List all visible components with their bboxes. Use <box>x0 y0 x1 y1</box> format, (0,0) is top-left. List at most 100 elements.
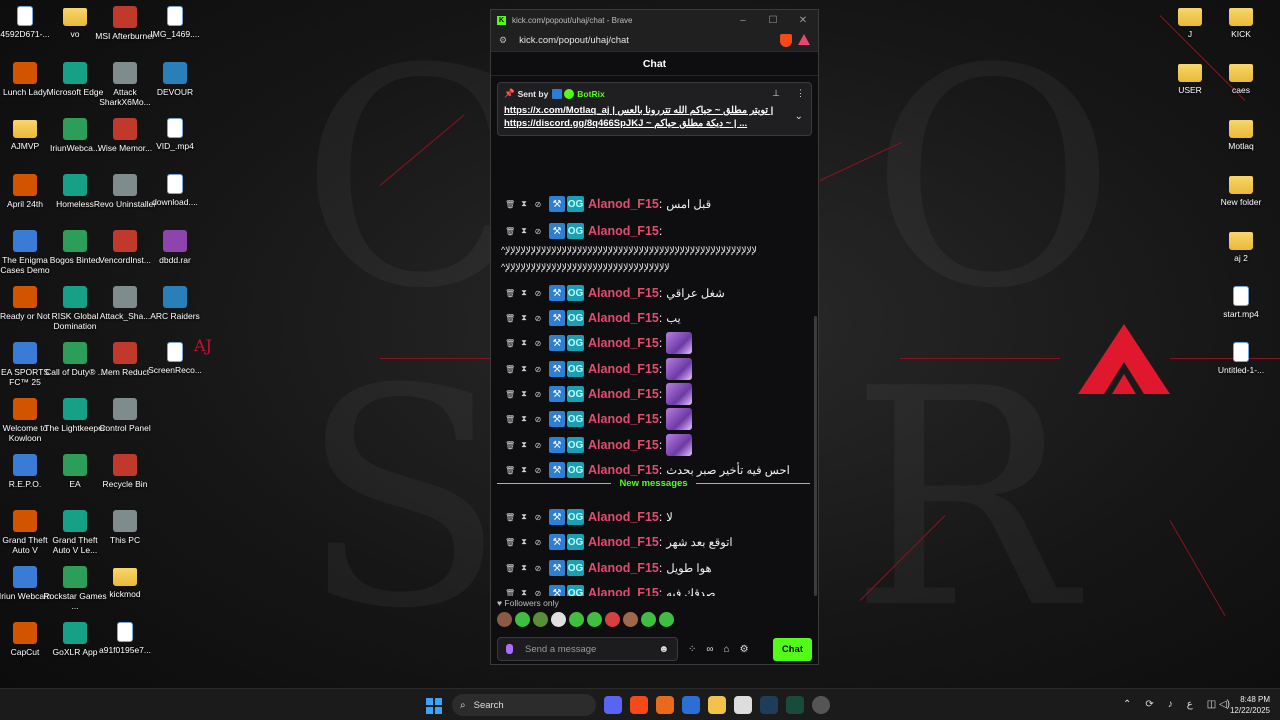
quick-emote-icon[interactable] <box>641 612 656 627</box>
chat-message[interactable]: 🗑 ⧗ ⊘ ⚒ OG Alanod_F15: <box>505 221 666 241</box>
store-icon[interactable]: ⌂ <box>724 644 730 655</box>
pinned-text[interactable]: https://x.com/Motlaq_aj | تويتر مطلق ~ ح… <box>504 104 805 130</box>
clock[interactable]: 8:48 PM 12/22/2025 <box>1230 694 1270 716</box>
chat-message[interactable]: 🗑 ⧗ ⊘ ⚒ OG Alanod_F15: اتوقع بعد شهر <box>505 532 733 552</box>
maximize-button[interactable]: ☐ <box>758 15 788 26</box>
desktop-icon[interactable]: The Enigma Cases Demo <box>0 224 52 275</box>
username[interactable]: Alanod_F15 <box>588 336 659 350</box>
mic-tray-icon[interactable]: ♪ <box>1168 699 1173 710</box>
desktop-icon[interactable]: Attack SharkX6Mo... <box>98 56 152 107</box>
app-a-icon[interactable] <box>656 696 674 714</box>
desktop-icon[interactable]: EA SPORTS FC™ 25 <box>0 336 52 387</box>
desktop-icon[interactable]: Welcome to Kowloon <box>0 392 52 443</box>
delete-icon[interactable]: 🗑 <box>505 200 515 209</box>
quick-emote-icon[interactable] <box>605 612 620 627</box>
quick-emote-icon[interactable] <box>515 612 530 627</box>
title-bar[interactable]: K kick.com/popout/uhaj/chat - Brave – ☐ … <box>491 10 818 30</box>
timeout-icon[interactable]: ⧗ <box>519 440 529 450</box>
delete-icon[interactable]: 🗑 <box>505 589 515 597</box>
desktop-icon[interactable]: Grand Theft Auto V Le... <box>48 504 102 555</box>
emote-image[interactable] <box>666 408 693 430</box>
chevron-up-icon[interactable]: ⌃ <box>1123 699 1131 710</box>
emote-image[interactable] <box>666 332 693 354</box>
desktop-icon[interactable]: New folder <box>1214 168 1268 207</box>
timeout-icon[interactable]: ⧗ <box>519 588 529 596</box>
minimize-button[interactable]: – <box>728 15 758 26</box>
steam-icon[interactable] <box>760 696 778 714</box>
wifi-volume-icon[interactable]: ◫ ◁) <box>1207 699 1230 710</box>
desktop-icon[interactable]: a91f0195e7... <box>98 616 152 655</box>
chat-message[interactable]: 🗑 ⧗ ⊘ ⚒ OG Alanod_F15: شغل عراقي <box>505 283 725 303</box>
quick-emote-icon[interactable] <box>551 612 566 627</box>
pinned-text-line-2[interactable]: https://discord.gg/8q466SpJKJ ~ ديكة مطل… <box>504 117 783 130</box>
timeout-icon[interactable]: ⧗ <box>519 226 529 236</box>
desktop-icon[interactable]: IMG_1469.... <box>148 0 202 39</box>
delete-icon[interactable]: 🗑 <box>505 415 515 424</box>
delete-icon[interactable]: 🗑 <box>505 289 515 298</box>
mic-icon[interactable] <box>506 644 513 654</box>
ban-icon[interactable]: ⊘ <box>533 415 543 424</box>
timeout-icon[interactable]: ⧗ <box>519 465 529 475</box>
address-bar[interactable]: ⚙ kick.com/popout/uhaj/chat <box>491 30 818 52</box>
close-button[interactable]: ✕ <box>788 15 818 26</box>
delete-icon[interactable]: 🗑 <box>505 339 515 348</box>
message-input-placeholder[interactable]: Send a message <box>525 644 596 655</box>
desktop-icon[interactable]: dbdd.rar <box>148 224 202 265</box>
username[interactable]: Alanod_F15 <box>588 362 659 376</box>
chat-message[interactable]: 🗑 ⧗ ⊘ ⚒ OG Alanod_F15: <box>505 358 693 380</box>
desktop-icon[interactable]: KICK <box>1214 0 1268 39</box>
brave-rewards-icon[interactable] <box>798 34 810 45</box>
goxlr-icon[interactable] <box>786 696 804 714</box>
desktop-icon[interactable]: start.mp4 <box>1214 280 1268 319</box>
desktop-icon[interactable]: aj 2 <box>1214 224 1268 263</box>
bot-name[interactable]: BotRix <box>577 89 604 99</box>
iriun-icon[interactable] <box>734 696 752 714</box>
settings-gear-icon[interactable]: ⚙ <box>740 644 749 655</box>
file-explorer-icon[interactable] <box>708 696 726 714</box>
desktop-icon[interactable]: Motlaq <box>1214 112 1268 151</box>
timeout-icon[interactable]: ⧗ <box>519 199 529 209</box>
message-input[interactable]: Send a message ☻ <box>497 637 678 661</box>
delete-icon[interactable]: 🗑 <box>505 441 515 450</box>
chat-message[interactable]: 🗑 ⧗ ⊘ ⚒ OG Alanod_F15: <box>505 408 693 430</box>
chevron-down-icon[interactable]: ⌄ <box>795 111 803 122</box>
desktop-icon[interactable]: Rockstar Games ... <box>43 560 107 611</box>
url-text[interactable]: kick.com/popout/uhaj/chat <box>519 35 629 46</box>
taskbar-search[interactable]: ⌕ Search <box>452 694 596 716</box>
desktop-icon[interactable]: ARC Raiders <box>148 280 202 321</box>
username[interactable]: Alanod_F15 <box>588 412 659 426</box>
brave-shield-icon[interactable] <box>780 34 792 47</box>
desktop-icon[interactable]: Control Panel <box>98 392 152 433</box>
username[interactable]: Alanod_F15 <box>588 463 659 477</box>
delete-icon[interactable]: 🗑 <box>505 538 515 547</box>
timeout-icon[interactable]: ⧗ <box>519 364 529 374</box>
desktop-icon[interactable]: download.... <box>148 168 202 207</box>
desktop-icon[interactable]: caes <box>1214 56 1268 95</box>
username[interactable]: Alanod_F15 <box>588 224 659 238</box>
ban-icon[interactable]: ⊘ <box>533 289 543 298</box>
ban-icon[interactable]: ⊘ <box>533 390 543 399</box>
timeout-icon[interactable]: ⧗ <box>519 414 529 424</box>
ban-icon[interactable]: ⊘ <box>533 227 543 236</box>
chat-message[interactable]: 🗑 ⧗ ⊘ ⚒ OG Alanod_F15: قبل امس <box>505 194 711 214</box>
emote-quick-bar[interactable] <box>497 612 674 627</box>
discord-icon[interactable] <box>604 696 622 714</box>
username[interactable]: Alanod_F15 <box>588 586 659 596</box>
ban-icon[interactable]: ⊘ <box>533 441 543 450</box>
infinity-icon[interactable]: ∞ <box>706 644 713 655</box>
mod-tools-icon[interactable]: ⁘ <box>688 644 696 655</box>
network-app-icon[interactable]: ⟳ <box>1145 699 1153 710</box>
ban-icon[interactable]: ⊘ <box>533 365 543 374</box>
timeout-icon[interactable]: ⧗ <box>519 338 529 348</box>
pinned-message[interactable]: 📌 Sent by BotRix ⊥ ⋮ https://x.com/Motla… <box>497 82 812 136</box>
desktop-icon[interactable]: RISK Global Domination <box>48 280 102 331</box>
username[interactable]: Alanod_F15 <box>588 387 659 401</box>
quick-emote-icon[interactable] <box>497 612 512 627</box>
ban-icon[interactable]: ⊘ <box>533 513 543 522</box>
emote-image[interactable] <box>666 358 693 380</box>
ban-icon[interactable]: ⊘ <box>533 538 543 547</box>
desktop-icon[interactable]: DEVOUR <box>148 56 202 97</box>
timeout-icon[interactable]: ⧗ <box>519 512 529 522</box>
desktop-icon[interactable]: Untitled-1-... <box>1214 336 1268 375</box>
ban-icon[interactable]: ⊘ <box>533 564 543 573</box>
